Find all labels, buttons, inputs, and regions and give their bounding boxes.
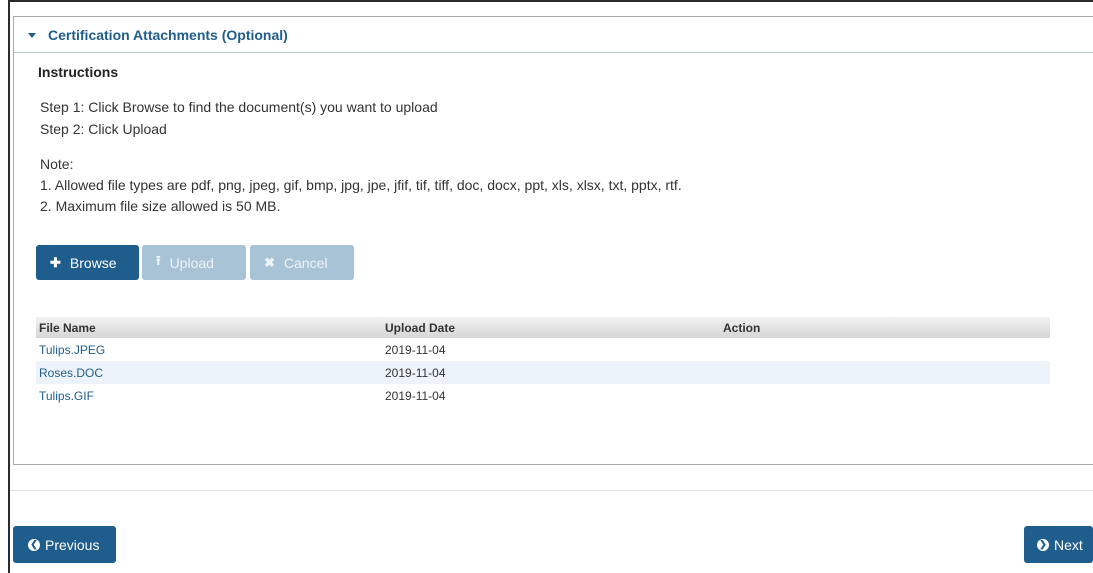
- instruction-step-1: Step 1: Click Browse to find the documen…: [40, 99, 438, 115]
- note-allowed-types: 1. Allowed file types are pdf, png, jpeg…: [40, 177, 682, 193]
- next-button[interactable]: ❯ Next: [1024, 526, 1093, 563]
- section-divider: [10, 490, 1093, 491]
- table-header: File Name Upload Date Action: [36, 317, 1050, 338]
- table-row: Roses.DOC 2019-11-04: [36, 361, 1050, 384]
- note-max-size: 2. Maximum file size allowed is 50 MB.: [40, 198, 281, 214]
- file-link[interactable]: Tulips.JPEG: [36, 343, 385, 357]
- note-label: Note:: [40, 156, 74, 172]
- cancel-button-label: Cancel: [283, 254, 328, 271]
- plus-icon: ✚: [50, 254, 61, 270]
- header-file-name[interactable]: File Name: [36, 321, 385, 335]
- header-upload-date[interactable]: Upload Date: [385, 321, 723, 335]
- file-link[interactable]: Roses.DOC: [36, 366, 385, 380]
- upload-date: 2019-11-04: [385, 342, 446, 357]
- browse-button[interactable]: ✚ Browse: [36, 245, 139, 280]
- panel-header[interactable]: Certification Attachments (Optional): [14, 17, 1093, 53]
- instruction-step-2: Step 2: Click Upload: [40, 121, 167, 137]
- browse-button-label: Browse: [69, 254, 117, 271]
- header-action: Action: [723, 320, 761, 335]
- next-button-label: Next: [1054, 536, 1083, 553]
- caret-down-icon[interactable]: [28, 33, 36, 38]
- attachments-table: File Name Upload Date Action Tulips.JPEG…: [36, 317, 1050, 407]
- upload-button[interactable]: ⭱ Upload: [142, 245, 246, 280]
- instructions-heading: Instructions: [38, 64, 119, 80]
- upload-date: 2019-11-04: [385, 365, 446, 380]
- cancel-button[interactable]: ✖ Cancel: [250, 245, 354, 280]
- chevron-right-icon: ❯: [1037, 538, 1049, 551]
- chevron-left-icon: ❮: [28, 538, 40, 551]
- upload-icon: ⭱: [156, 252, 161, 268]
- panel-title: Certification Attachments (Optional): [48, 26, 288, 43]
- table-row: Tulips.GIF 2019-11-04: [36, 384, 1050, 407]
- upload-date: 2019-11-04: [385, 388, 446, 403]
- previous-button[interactable]: ❮ Previous: [13, 526, 116, 563]
- table-row: Tulips.JPEG 2019-11-04: [36, 338, 1050, 361]
- file-link[interactable]: Tulips.GIF: [36, 389, 385, 403]
- previous-button-label: Previous: [45, 536, 100, 553]
- x-icon: ✖: [264, 254, 275, 270]
- upload-button-label: Upload: [169, 254, 214, 271]
